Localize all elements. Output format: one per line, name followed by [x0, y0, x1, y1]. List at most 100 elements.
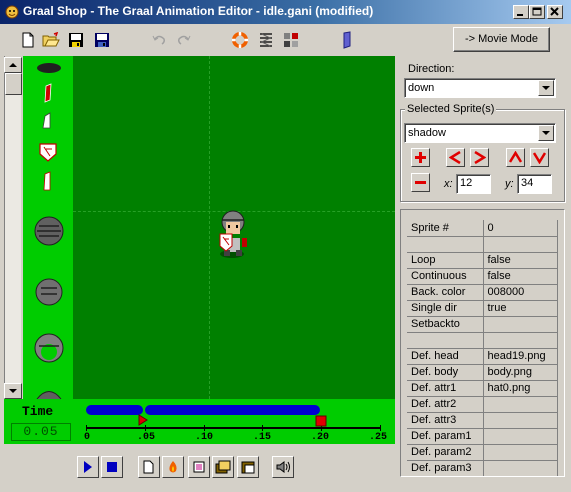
- property-value[interactable]: [483, 316, 558, 333]
- scrollbar-track[interactable]: [5, 73, 21, 383]
- property-value[interactable]: [483, 444, 558, 461]
- plus-icon: [415, 152, 426, 163]
- frame-bar-1[interactable]: [86, 405, 143, 415]
- close-button[interactable]: [547, 5, 563, 19]
- property-value[interactable]: head19.png: [483, 348, 558, 365]
- property-row[interactable]: Def. attr2: [407, 396, 558, 413]
- sprite-select[interactable]: shadow: [404, 123, 556, 143]
- open-folder-icon[interactable]: [40, 29, 62, 51]
- y-input[interactable]: 34: [517, 174, 552, 194]
- stop-button[interactable]: [101, 456, 123, 478]
- frame-button[interactable]: [188, 456, 210, 478]
- property-row[interactable]: Def. body body.png: [407, 364, 558, 381]
- animation-canvas[interactable]: [73, 56, 395, 399]
- chevron-down-icon: [533, 152, 546, 164]
- property-row[interactable]: Sprite #0: [407, 220, 558, 237]
- add-sprite-button[interactable]: [411, 148, 430, 167]
- chevron-up-icon: [509, 151, 522, 163]
- save-as-icon[interactable]: [91, 29, 113, 51]
- minimize-button[interactable]: [513, 5, 529, 19]
- play-icon: [84, 461, 92, 473]
- property-grid[interactable]: Sprite #0 Loop false Continuous false Back. c…: [400, 209, 565, 477]
- property-key: Loop: [407, 252, 484, 269]
- new-file-icon[interactable]: [17, 29, 39, 51]
- sprite-value: shadow: [408, 127, 446, 139]
- scroll-up-button[interactable]: [4, 57, 22, 73]
- property-value[interactable]: false: [483, 252, 558, 269]
- property-value[interactable]: true: [483, 300, 558, 317]
- property-key: Def. param2: [407, 444, 484, 461]
- property-row[interactable]: Def. param2: [407, 444, 558, 461]
- property-row[interactable]: Back. color 008000: [407, 284, 558, 301]
- property-value[interactable]: [483, 428, 558, 445]
- property-row[interactable]: [407, 332, 558, 349]
- x-input[interactable]: 12: [456, 174, 491, 194]
- remove-sprite-button[interactable]: [411, 173, 430, 192]
- save-icon[interactable]: [65, 29, 87, 51]
- property-key: Def. attr2: [407, 396, 484, 413]
- direction-select[interactable]: down: [404, 78, 556, 98]
- property-row[interactable]: Loop false: [407, 252, 558, 269]
- property-value[interactable]: 0: [483, 220, 558, 237]
- move-right-button[interactable]: [470, 148, 489, 167]
- character-sprite[interactable]: [216, 208, 252, 260]
- book-icon[interactable]: [336, 29, 358, 51]
- property-row[interactable]: Setbackto: [407, 316, 558, 333]
- window-title: Graal Shop - The Graal Animation Editor …: [23, 4, 374, 18]
- new-frame-button[interactable]: [138, 456, 160, 478]
- time-value: 0.05: [11, 423, 71, 441]
- copy-frame-button[interactable]: [212, 456, 234, 478]
- property-row[interactable]: Continuous false: [407, 268, 558, 285]
- end-marker[interactable]: [315, 415, 327, 429]
- current-frame-marker[interactable]: [137, 414, 149, 428]
- property-row[interactable]: Def. param1: [407, 428, 558, 445]
- chevron-down-icon[interactable]: [538, 125, 554, 141]
- move-left-button[interactable]: [446, 148, 465, 167]
- redo-icon[interactable]: [173, 29, 195, 51]
- property-value[interactable]: [483, 332, 558, 349]
- property-value[interactable]: hat0.png: [483, 380, 558, 397]
- property-row[interactable]: Single dir true: [407, 300, 558, 317]
- property-value[interactable]: 008000: [483, 284, 558, 301]
- property-value[interactable]: [483, 396, 558, 413]
- property-row[interactable]: Def. head head19.png: [407, 348, 558, 365]
- paste-frame-button[interactable]: [237, 456, 259, 478]
- fire-button[interactable]: [162, 456, 184, 478]
- property-row[interactable]: Def. attr3: [407, 412, 558, 429]
- lifebuoy-icon[interactable]: [229, 29, 251, 51]
- chevron-down-icon[interactable]: [538, 80, 554, 96]
- app-icon: [4, 4, 20, 20]
- sound-icon: [276, 461, 290, 473]
- copy-frame-icon: [215, 460, 231, 474]
- move-up-button[interactable]: [506, 148, 525, 167]
- property-key: Def. param1: [407, 428, 484, 445]
- scrollbar-thumb[interactable]: [5, 73, 22, 95]
- move-down-button[interactable]: [530, 148, 549, 167]
- property-key: Def. attr1: [407, 380, 484, 397]
- property-row[interactable]: Def. attr1 hat0.png: [407, 380, 558, 397]
- undo-icon[interactable]: [148, 29, 170, 51]
- property-value[interactable]: [483, 460, 558, 476]
- sound-button[interactable]: [272, 456, 294, 478]
- property-value[interactable]: [483, 412, 558, 429]
- tick-label-0: 0: [84, 432, 91, 443]
- frame-bar-2[interactable]: [145, 405, 320, 415]
- spring-icon[interactable]: [255, 29, 277, 51]
- sprites-icon[interactable]: [280, 29, 302, 51]
- maximize-button[interactable]: [529, 5, 545, 19]
- play-button[interactable]: [77, 456, 99, 478]
- stop-icon: [107, 462, 117, 472]
- grid-line-vertical: [209, 56, 210, 399]
- property-value[interactable]: false: [483, 268, 558, 285]
- sprite-list[interactable]: [23, 56, 73, 399]
- property-value[interactable]: body.png: [483, 364, 558, 381]
- property-value[interactable]: [483, 236, 558, 253]
- property-row[interactable]: Def. param3: [407, 460, 558, 476]
- property-key: [407, 236, 484, 253]
- paste-frame-icon: [241, 461, 255, 474]
- property-row[interactable]: [407, 236, 558, 253]
- timeline-tick: [203, 425, 205, 431]
- scroll-down-button[interactable]: [4, 383, 22, 399]
- movie-mode-button[interactable]: -> Movie Mode: [453, 27, 550, 52]
- property-key: Def. head: [407, 348, 484, 365]
